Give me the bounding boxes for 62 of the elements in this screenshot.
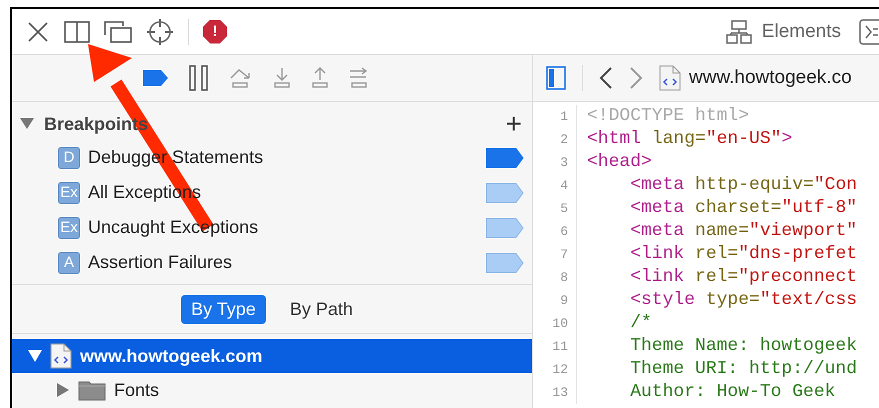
tab[interactable]: Elements xyxy=(726,20,841,44)
tree-item[interactable]: www.howtogeek.com xyxy=(12,339,532,373)
line-number: 3 xyxy=(533,151,577,174)
grouping-tab[interactable]: By Path xyxy=(280,294,363,324)
breakpoint-type-icon: Ex xyxy=(58,182,80,204)
close-icon[interactable] xyxy=(26,20,50,44)
code-line: <meta charset="utf-8" xyxy=(629,197,858,220)
code-line: <style type="text/css xyxy=(629,289,858,312)
crosshair-icon[interactable] xyxy=(146,18,174,46)
disclosure-triangle-icon[interactable] xyxy=(20,118,34,130)
code-line: Author: How-To Geek xyxy=(629,381,836,404)
line-number: 13 xyxy=(533,381,577,404)
line-number: 10 xyxy=(533,312,577,335)
error-badge[interactable]: ! xyxy=(203,20,227,44)
code-line: <html lang="en-US"> xyxy=(587,128,792,151)
line-number: 9 xyxy=(533,289,577,312)
code-line: <meta name="viewport" xyxy=(629,220,858,243)
breakpoint-marker-icon[interactable] xyxy=(486,252,524,272)
code-line: <meta http-equiv="Con xyxy=(629,174,858,197)
split-view-icon[interactable] xyxy=(64,20,90,44)
back-icon[interactable] xyxy=(599,67,613,89)
line-number: 8 xyxy=(533,266,577,289)
breakpoint-marker-icon[interactable] xyxy=(486,182,524,202)
code-line: Theme Name: howtogeek xyxy=(629,335,858,358)
code-line: <!DOCTYPE html> xyxy=(587,105,750,128)
line-number: 4 xyxy=(533,174,577,197)
line-number: 1 xyxy=(533,105,577,128)
html-file-icon xyxy=(659,65,681,91)
breakpoint-label[interactable]: Assertion Failures xyxy=(88,252,478,273)
grouping-tab[interactable]: By Type xyxy=(181,294,266,324)
line-number: 12 xyxy=(533,358,577,381)
console-icon[interactable] xyxy=(859,18,879,44)
line-number: 5 xyxy=(533,197,577,220)
breakpoint-type-icon: A xyxy=(58,252,80,274)
breakpoint-type-icon: Ex xyxy=(58,216,80,238)
line-number: 11 xyxy=(533,335,577,358)
code-line: <head> xyxy=(587,151,652,174)
code-line: <link rel="dns-prefet xyxy=(629,243,858,266)
forward-icon[interactable] xyxy=(629,67,643,89)
breakpoint-type-icon: D xyxy=(58,146,80,168)
disclosure-triangle-icon xyxy=(56,383,70,397)
sidebar-toggle-icon[interactable] xyxy=(546,66,566,90)
pause-icon[interactable] xyxy=(189,65,209,91)
code-line: <link rel="preconnect xyxy=(629,266,858,289)
breakpoint-marker-icon[interactable] xyxy=(486,218,524,238)
code-line: Theme URI: http://und xyxy=(629,358,858,381)
line-number: 2 xyxy=(533,128,577,151)
breakpoint-marker-icon[interactable] xyxy=(486,148,524,168)
continue-icon[interactable] xyxy=(349,67,369,89)
disclosure-triangle-icon xyxy=(28,349,42,363)
step-into-icon[interactable] xyxy=(273,67,291,89)
breakpoint-toggle-icon[interactable] xyxy=(143,70,169,86)
tree-item[interactable]: Fonts xyxy=(12,373,532,407)
add-button[interactable]: + xyxy=(504,110,524,138)
line-number: 7 xyxy=(533,243,577,266)
detach-window-icon[interactable] xyxy=(104,20,132,44)
hierarchy-icon xyxy=(726,20,752,44)
step-out-icon[interactable] xyxy=(311,67,329,89)
line-number: 6 xyxy=(533,220,577,243)
code-line: /* xyxy=(629,312,652,335)
html-file-icon xyxy=(50,343,72,369)
folder-icon xyxy=(78,379,106,401)
